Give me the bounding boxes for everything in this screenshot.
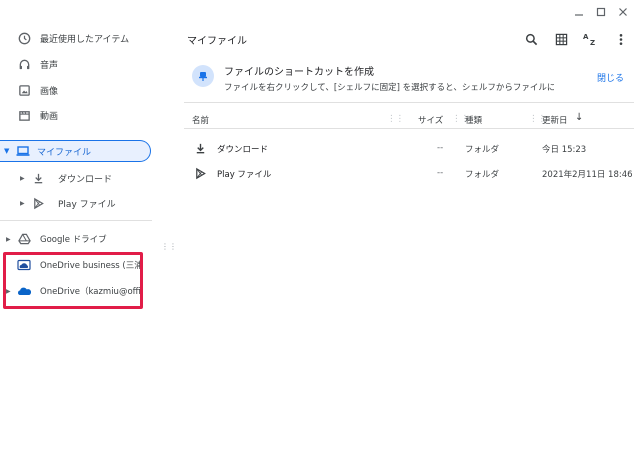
- more-vert-icon[interactable]: [608, 28, 634, 50]
- pin-icon: [192, 65, 214, 87]
- svg-text:A: A: [583, 33, 589, 41]
- banner-description: ファイルを右クリックして、[シェルフに固定] を選択すると、シェルフからファイル…: [224, 83, 554, 93]
- banner-close-button[interactable]: 閉じる: [597, 71, 624, 84]
- caret-right-icon[interactable]: ▶: [6, 236, 14, 243]
- row-modified: 今日 15:23: [542, 145, 587, 155]
- sidebar-item-label: Play ファイル: [58, 199, 116, 210]
- table-row[interactable]: Play ファイル -- フォルダ 2021年2月11日 18:46: [184, 160, 634, 186]
- caret-down-icon[interactable]: ▼: [4, 147, 13, 155]
- main-pane: マイファイル AZ ファイルのショートカットを作成 ファイルを右クリックして、[…: [174, 0, 640, 475]
- laptop-icon: [15, 143, 31, 159]
- sort-az-icon[interactable]: AZ: [578, 28, 604, 50]
- sidebar-item-downloads[interactable]: ▶ ダウンロード: [20, 165, 112, 191]
- caret-right-icon[interactable]: ▶: [20, 200, 28, 207]
- column-header-name[interactable]: 名前: [192, 114, 209, 126]
- column-header-modified[interactable]: 更新日: [542, 114, 568, 126]
- grid-view-icon[interactable]: [548, 28, 574, 50]
- sidebar-item-label: 動画: [40, 111, 59, 122]
- column-header-type[interactable]: 種類: [465, 114, 482, 126]
- search-icon[interactable]: [518, 28, 544, 50]
- play-store-icon: [30, 195, 46, 211]
- sidebar-item-label: ダウンロード: [58, 174, 113, 185]
- sidebar-item-play-files[interactable]: ▶ Play ファイル: [20, 190, 116, 216]
- sidebar-item-label: 音声: [40, 60, 59, 71]
- page-title: マイファイル: [187, 36, 247, 47]
- shortcut-banner: ファイルのショートカットを作成 ファイルを右クリックして、[シェルフに固定] を…: [184, 57, 634, 103]
- sidebar: 最近使用したアイテム 音声 画像 動画 ▼ マイファイル ▶ ダウンロード ▶: [0, 0, 160, 475]
- sidebar-item-label: 画像: [40, 86, 59, 97]
- svg-text:Z: Z: [590, 39, 595, 46]
- row-type: フォルダ: [465, 145, 500, 155]
- download-icon: [30, 170, 46, 186]
- arrow-down-icon[interactable]: ↓: [575, 112, 583, 123]
- row-name: Play ファイル: [217, 170, 272, 180]
- column-header-size[interactable]: サイズ: [418, 114, 443, 126]
- play-store-icon: [192, 165, 208, 181]
- sidebar-divider: [0, 220, 152, 221]
- sidebar-item-videos[interactable]: 動画: [16, 102, 58, 128]
- sidebar-item-images[interactable]: 画像: [16, 77, 58, 103]
- row-size: --: [437, 168, 444, 178]
- sidebar-item-label: マイファイル: [37, 147, 92, 158]
- row-name: ダウンロード: [217, 145, 269, 155]
- sidebar-item-my-files[interactable]: ▼ マイファイル: [0, 140, 151, 162]
- clock-icon: [16, 30, 32, 46]
- highlight-box: [3, 252, 143, 309]
- headphones-icon: [16, 56, 32, 72]
- row-size: --: [437, 143, 444, 153]
- sidebar-item-recent[interactable]: 最近使用したアイテム: [16, 25, 129, 51]
- caret-right-icon[interactable]: ▶: [20, 175, 28, 182]
- row-type: フォルダ: [465, 170, 500, 180]
- toolbar: AZ: [518, 28, 634, 50]
- download-icon: [192, 140, 208, 156]
- image-icon: [16, 82, 32, 98]
- banner-title: ファイルのショートカットを作成: [224, 67, 374, 78]
- column-resize-icon[interactable]: ⋮⋮: [387, 114, 404, 124]
- sidebar-item-label: Google ドライブ: [40, 235, 107, 245]
- table-row[interactable]: ダウンロード -- フォルダ 今日 15:23: [184, 135, 634, 161]
- film-icon: [16, 107, 32, 123]
- sidebar-item-google-drive[interactable]: ▶ Google ドライブ: [6, 226, 107, 252]
- sidebar-item-audio[interactable]: 音声: [16, 51, 58, 77]
- sidebar-item-label: 最近使用したアイテム: [40, 34, 130, 45]
- table-header: 名前 ⋮⋮ サイズ ⋮⋮ 種類 ⋮⋮ 更新日 ↓: [184, 111, 634, 129]
- row-modified: 2021年2月11日 18:46: [542, 170, 633, 180]
- google-drive-icon: [16, 231, 32, 247]
